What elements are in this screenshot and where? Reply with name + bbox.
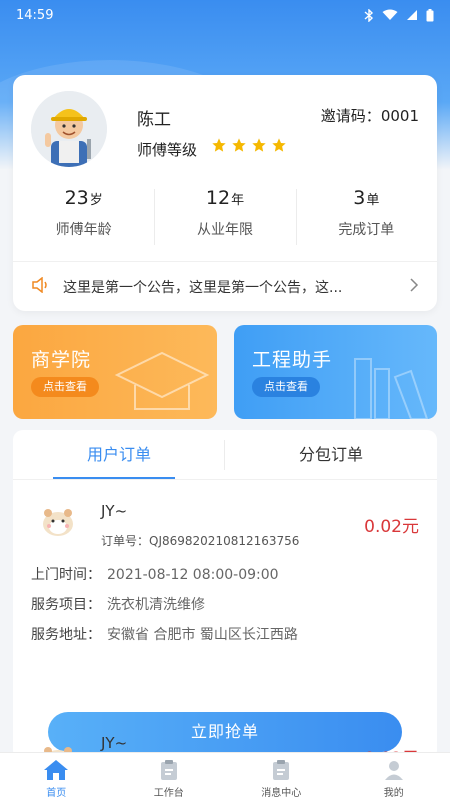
visit-time-value: 2021-08-12 08:00-09:00 [107,567,279,583]
profile-card: 陈工 师傅等级 邀请码：0001 23岁 师傅年龄 12年 从业年限 3单 完成… [13,75,437,311]
visit-time-label: 上门时间： [31,567,101,583]
promo-title: 工程助手 [252,349,333,371]
chevron-right-icon [409,277,419,296]
order-number-value: QJ869820210812163756 [149,534,300,548]
stat-unit: 年 [231,193,245,208]
view-button[interactable]: 点击查看 [252,377,320,397]
tab-user-orders[interactable]: 用户订单 [13,430,225,479]
order-card[interactable]: JY~ 订单号：QJ869820210812163756 0.02元 上门时间：… [13,480,437,752]
hamster-avatar-icon [37,500,79,542]
service-value: 洗衣机清洗维修 [107,597,205,613]
user-icon [384,761,403,780]
master-level-label: 师傅等级 [137,141,198,159]
invite-label: 邀请码： [320,107,381,125]
star-icon [212,138,226,152]
tab-messages[interactable]: 消息中心 [225,753,338,800]
stat-label: 从业年限 [196,222,253,238]
books-icon [354,358,429,419]
service-label: 服务项目： [31,597,101,613]
status-bar: 14:59 [0,0,450,30]
stat-completed-orders[interactable]: 3单 完成订单 [295,183,437,251]
star-icon [252,138,266,152]
stat-label: 完成订单 [338,222,395,238]
tab-mine[interactable]: 我的 [338,753,450,800]
star-icon [232,138,246,152]
speaker-icon [31,275,51,297]
promo-title: 商学院 [31,349,92,371]
customer-name: JY~ [101,734,128,752]
star-icon [272,138,286,152]
invite-code: 邀请码：0001 [321,105,419,126]
announcement-bar[interactable]: 这里是第一个公告，这里是第一个公告，这... [13,261,437,311]
stat-value: 3 [353,187,366,209]
order-tabs: 用户订单 分包订单 [13,430,437,480]
avatar[interactable] [31,91,107,167]
signal-icon [406,9,418,21]
graduation-cap-icon [114,351,210,410]
orders-panel: 用户订单 分包订单 JY~ 订单号：QJ869820210812163756 0… [13,430,437,760]
address-row: 服务地址： 安徽省 合肥市 蜀山区长江西路 [31,624,298,644]
tab-home[interactable]: 首页 [0,753,113,800]
message-icon [273,760,290,780]
battery-icon [426,8,434,22]
clipboard-icon [160,760,177,780]
address-label: 服务地址： [31,627,101,643]
bottom-tab-bar: 首页 工作台 消息中心 我的 [0,752,450,800]
stat-value: 12 [205,187,231,209]
status-time: 14:59 [16,7,54,23]
home-icon [44,760,69,780]
tab-workbench[interactable]: 工作台 [113,753,226,800]
address-value: 安徽省 合肥市 蜀山区长江西路 [107,627,298,643]
customer-name: JY~ [101,502,128,520]
bluetooth-icon [364,8,374,22]
stat-experience: 12年 从业年限 [154,183,295,251]
tab-subcontract-orders[interactable]: 分包订单 [225,430,437,479]
stat-value: 23 [64,187,89,209]
view-button[interactable]: 点击查看 [31,377,99,397]
stat-age: 23岁 师傅年龄 [13,183,154,251]
master-name: 陈工 [137,110,171,130]
announcement-text: 这里是第一个公告，这里是第一个公告，这... [63,279,343,296]
tab-label: 首页 [46,788,67,799]
order-number: 订单号：QJ869820210812163756 [101,532,299,549]
order-price: 0.02元 [364,517,419,537]
stat-label: 师傅年龄 [55,222,112,238]
stat-unit: 岁 [89,193,103,208]
tab-label: 我的 [383,788,404,799]
level-stars [211,137,287,153]
wifi-icon [382,9,398,21]
order-number-label: 订单号： [101,534,150,548]
tab-label: 工作台 [153,788,184,799]
stat-unit: 单 [366,193,380,208]
stats-row: 23岁 师傅年龄 12年 从业年限 3单 完成订单 [13,183,437,251]
business-school-card[interactable]: 商学院 点击查看 [13,325,217,419]
visit-time-row: 上门时间： 2021-08-12 08:00-09:00 [31,564,279,584]
engineering-assistant-card[interactable]: 工程助手 点击查看 [234,325,437,419]
service-row: 服务项目： 洗衣机清洗维修 [31,594,205,614]
tab-label: 消息中心 [261,788,302,799]
invite-value: 0001 [380,107,419,125]
